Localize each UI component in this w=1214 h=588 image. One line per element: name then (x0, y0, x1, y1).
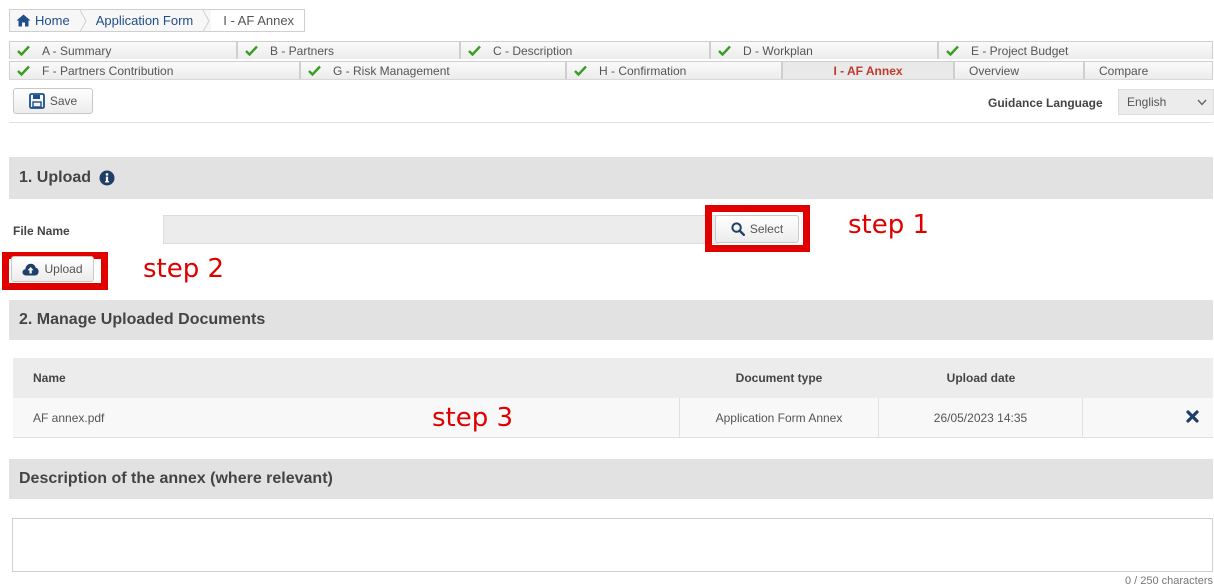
column-header-actions (1083, 358, 1213, 398)
tab-overview[interactable]: Overview (954, 61, 1084, 79)
tab-partners-contribution[interactable]: F - Partners Contribution (9, 61, 300, 79)
upload-button[interactable]: Upload (11, 256, 94, 282)
check-icon (574, 65, 587, 76)
tabs-divider (9, 79, 1213, 80)
close-icon (1186, 409, 1199, 426)
search-icon (731, 222, 745, 236)
document-upload-date: 26/05/2023 14:35 (879, 398, 1083, 437)
tab-partners[interactable]: B - Partners (237, 41, 460, 59)
home-icon (16, 14, 31, 27)
breadcrumb: Home Application Form I - AF Annex (9, 9, 306, 32)
column-header-upload-date: Upload date (946, 371, 1016, 385)
check-icon (468, 45, 481, 56)
tab-workplan[interactable]: D - Workplan (710, 41, 938, 59)
document-type: Application Form Annex (679, 398, 879, 437)
tab-row-2: F - Partners Contribution G - Risk Manag… (9, 61, 1213, 79)
annex-description-section-header: Description of the annex (where relevant… (9, 459, 1213, 499)
annex-description-title: Description of the annex (where relevant… (19, 470, 333, 487)
guidance-language-label: Guidance Language (988, 96, 1103, 110)
check-icon (245, 45, 258, 56)
upload-section-header: 1. Upload (9, 157, 1213, 199)
file-name-label: File Name (13, 224, 70, 238)
floppy-disk-icon (28, 93, 45, 109)
manage-documents-title: 2. Manage Uploaded Documents (19, 311, 266, 328)
tab-project-budget[interactable]: E - Project Budget (938, 41, 1213, 59)
character-counter: 0 / 250 characters (1124, 575, 1213, 587)
upload-section-title: 1. Upload (19, 169, 92, 186)
tab-af-annex[interactable]: I - AF Annex (782, 61, 954, 79)
check-icon (718, 45, 731, 56)
cloud-upload-icon (22, 263, 40, 276)
check-icon (17, 45, 30, 56)
table-row: AF annex.pdf Application Form Annex 26/0… (13, 398, 1213, 438)
manage-documents-section-header: 2. Manage Uploaded Documents (9, 300, 1213, 340)
annex-description-textarea[interactable] (12, 518, 1213, 572)
tab-summary[interactable]: A - Summary (9, 41, 237, 59)
column-header-document-type: Document type (735, 371, 823, 385)
step-3-annotation: step 3 (432, 403, 514, 433)
check-icon (17, 65, 30, 76)
tab-row-1: A - Summary B - Partners C - Description… (9, 41, 1213, 59)
step-2-annotation: step 2 (143, 254, 225, 284)
chevron-right-icon (201, 9, 211, 32)
toolbar-divider (9, 122, 1213, 123)
save-button[interactable]: Save (13, 88, 93, 114)
document-name[interactable]: AF annex.pdf (13, 411, 679, 425)
breadcrumb-application-form[interactable]: Application Form (88, 10, 202, 31)
uploaded-documents-table: Name Document type Upload date AF annex.… (13, 358, 1213, 438)
delete-document-button[interactable] (1083, 398, 1213, 437)
chevron-right-icon (78, 9, 88, 32)
guidance-language-select[interactable]: English (1118, 89, 1214, 115)
breadcrumb-home-label: Home (35, 13, 70, 28)
column-header-name: Name (33, 371, 66, 385)
breadcrumb-current: I - AF Annex (211, 10, 305, 31)
select-file-button[interactable]: Select (715, 215, 799, 243)
tab-description[interactable]: C - Description (460, 41, 710, 59)
step-1-annotation: step 1 (848, 210, 930, 240)
info-icon[interactable] (99, 170, 115, 186)
tab-compare[interactable]: Compare (1084, 61, 1213, 79)
file-name-field[interactable] (163, 215, 719, 244)
check-icon (308, 65, 321, 76)
chevron-down-icon (1197, 95, 1207, 109)
tab-risk-management[interactable]: G - Risk Management (300, 61, 566, 79)
table-header: Name Document type Upload date (13, 358, 1213, 398)
breadcrumb-home[interactable]: Home (10, 10, 78, 31)
check-icon (946, 45, 959, 56)
tab-confirmation[interactable]: H - Confirmation (566, 61, 782, 79)
